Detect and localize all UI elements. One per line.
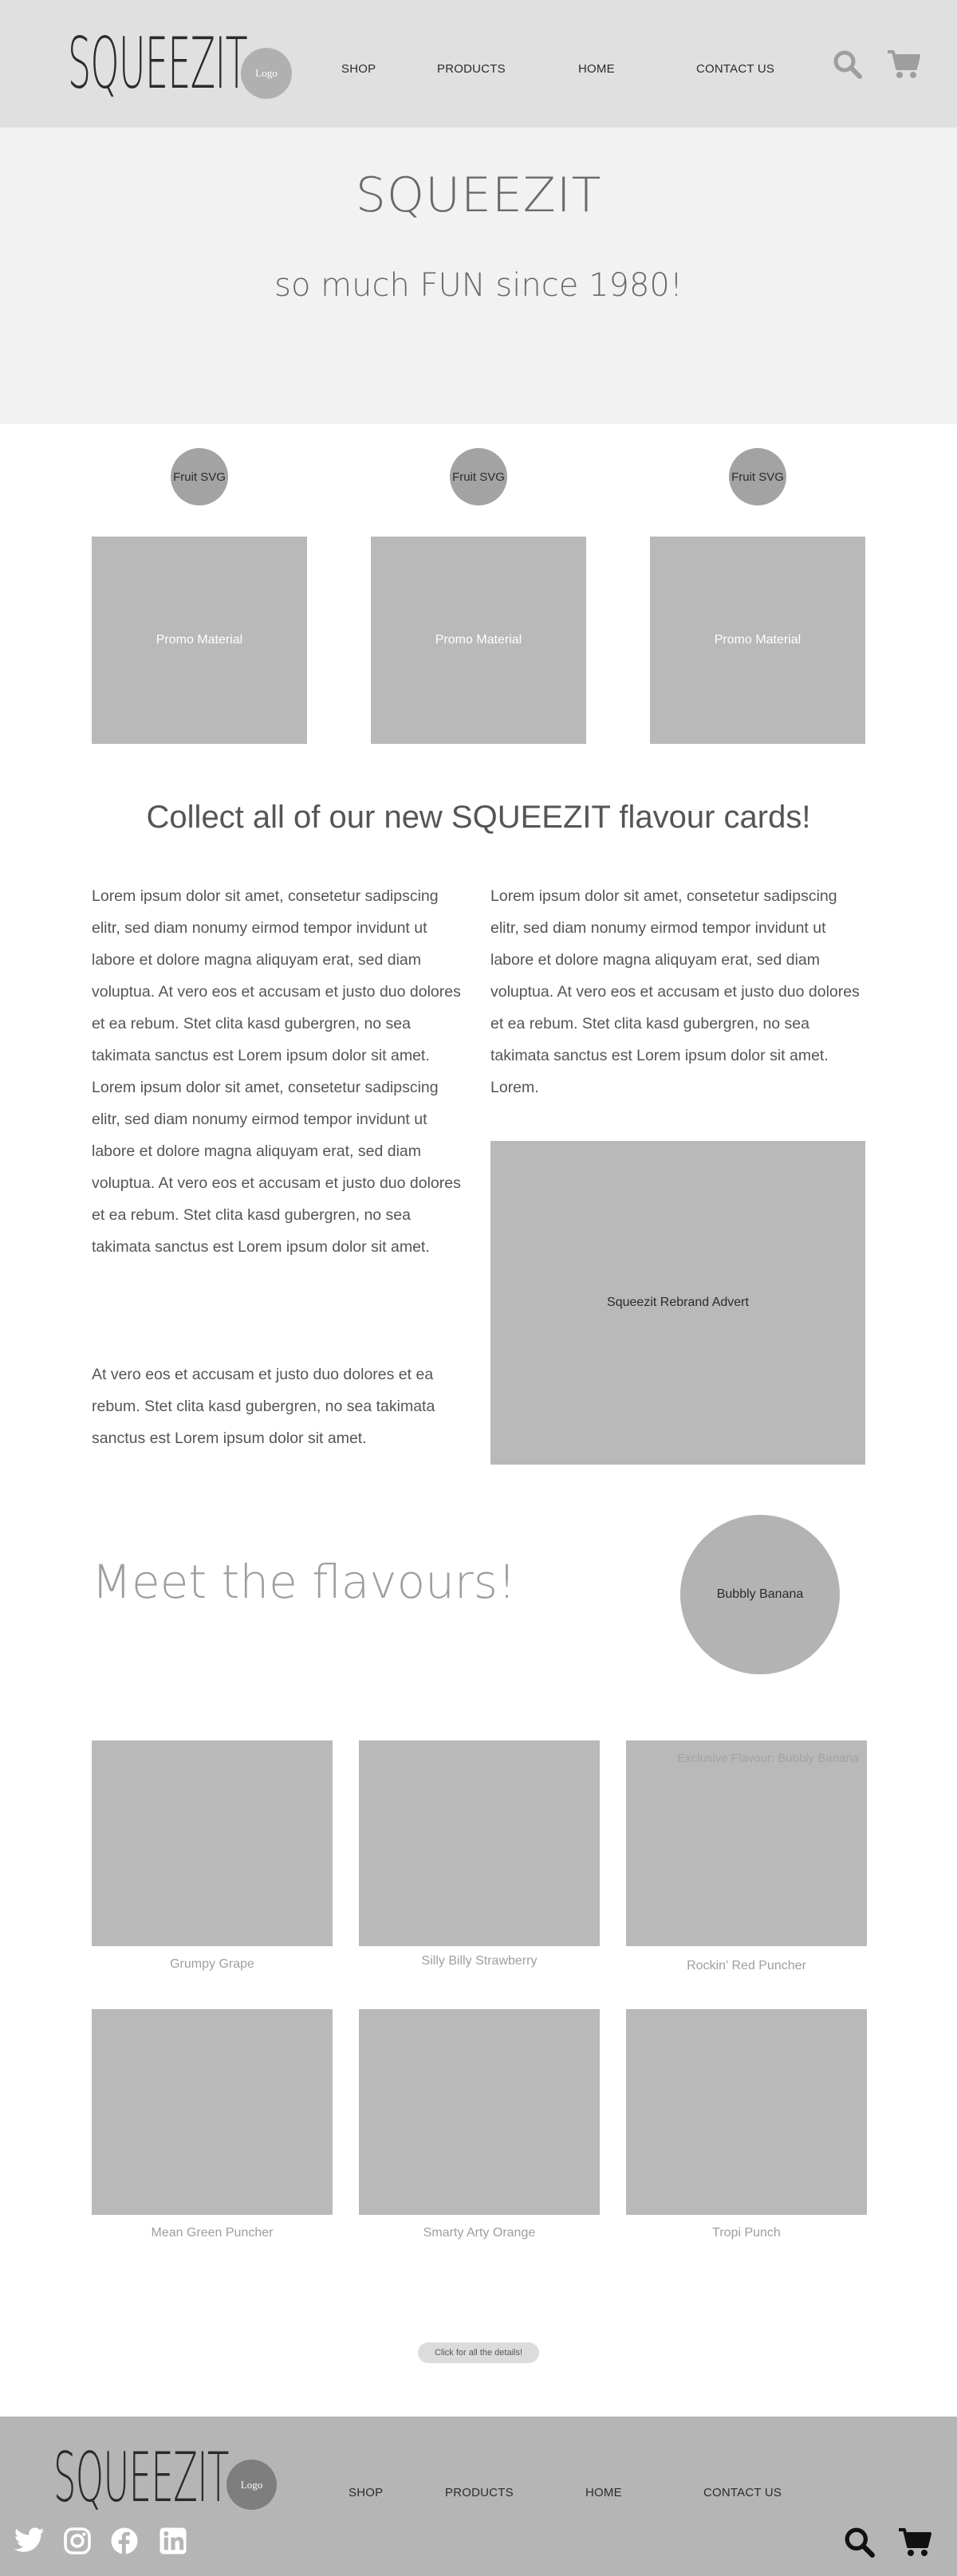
details-button[interactable]: Click for all the details! (418, 2342, 539, 2363)
footer-nav-products[interactable]: PRODUCTS (445, 2486, 514, 2499)
hero-title: SQUEEZIT (355, 167, 602, 223)
footer-logo[interactable]: Logo (226, 2460, 277, 2510)
footer-brand-wordmark[interactable]: SQUEEZIT (53, 2438, 229, 2518)
flavour-caption: Silly Billy Strawberry (421, 1954, 538, 1968)
promo-material-box: Promo Material (371, 537, 586, 744)
search-icon[interactable] (833, 49, 863, 84)
promo-material-box: Promo Material (92, 537, 307, 744)
footer-cart-icon[interactable] (898, 2527, 931, 2562)
cart-icon[interactable] (887, 49, 920, 84)
logo[interactable]: Logo (241, 48, 292, 99)
nav-contact-us[interactable]: CONTACT US (696, 62, 774, 76)
exclusive-flavour-label: Exclusive Flavour: Bubbly Banana (677, 1752, 859, 1765)
footer-nav-contact-us[interactable]: CONTACT US (703, 2486, 782, 2499)
nav-home[interactable]: HOME (578, 62, 615, 76)
facebook-icon[interactable] (110, 2527, 139, 2559)
brand-wordmark[interactable]: SQUEEZIT (68, 24, 248, 104)
flavour-caption: Mean Green Puncher (151, 2226, 274, 2240)
promo-material-box: Promo Material (650, 537, 865, 744)
fruit-svg-placeholder: Fruit SVG (450, 448, 507, 505)
flavour-caption: Rockin' Red Puncher (687, 1959, 806, 1972)
footer-nav-home[interactable]: HOME (585, 2486, 622, 2499)
hero-subtitle: so much FUN since 1980! (274, 267, 683, 304)
instagram-icon[interactable] (63, 2527, 92, 2559)
body-paragraph: Lorem ipsum dolor sit amet, consetetur s… (92, 887, 461, 1256)
body-paragraph: Lorem ipsum dolor sit amet, consetetur s… (490, 887, 860, 1096)
rebrand-advert-placeholder: Squeezit Rebrand Advert (490, 1141, 865, 1465)
flavour-card[interactable] (92, 2009, 333, 2215)
flavour-caption: Grumpy Grape (170, 1957, 254, 1971)
flavour-card[interactable]: Exclusive Flavour: Bubbly Banana (626, 1740, 867, 1946)
site-header: SQUEEZIT Logo SHOP PRODUCTS HOME CONTACT… (0, 0, 957, 128)
flavour-caption: Tropi Punch (712, 2226, 781, 2240)
featured-flavour-circle[interactable]: Bubbly Banana (680, 1515, 840, 1674)
nav-products[interactable]: PRODUCTS (437, 62, 506, 76)
flavour-card[interactable] (626, 2009, 867, 2215)
meet-flavours-heading: Meet the flavours! (92, 1555, 517, 1609)
fruit-svg-placeholder: Fruit SVG (171, 448, 228, 505)
nav-shop[interactable]: SHOP (341, 62, 376, 76)
flavour-caption: Smarty Arty Orange (423, 2226, 536, 2240)
site-footer: SQUEEZIT Logo SHOP PRODUCTS HOME CONTACT… (0, 2417, 957, 2576)
footer-search-icon[interactable] (844, 2527, 876, 2562)
flavour-cards-heading: Collect all of our new SQUEEZIT flavour … (146, 800, 811, 835)
hero-banner: SQUEEZIT so much FUN since 1980! (0, 128, 957, 424)
body-paragraph: At vero eos et accusam et justo duo dolo… (92, 1366, 435, 1447)
flavour-card[interactable] (359, 1740, 600, 1946)
flavour-card[interactable] (92, 1740, 333, 1946)
fruit-svg-placeholder: Fruit SVG (729, 448, 786, 505)
linkedin-icon[interactable] (159, 2527, 187, 2559)
twitter-icon[interactable] (14, 2527, 45, 2558)
flavour-card[interactable] (359, 2009, 600, 2215)
footer-nav-shop[interactable]: SHOP (349, 2486, 383, 2499)
